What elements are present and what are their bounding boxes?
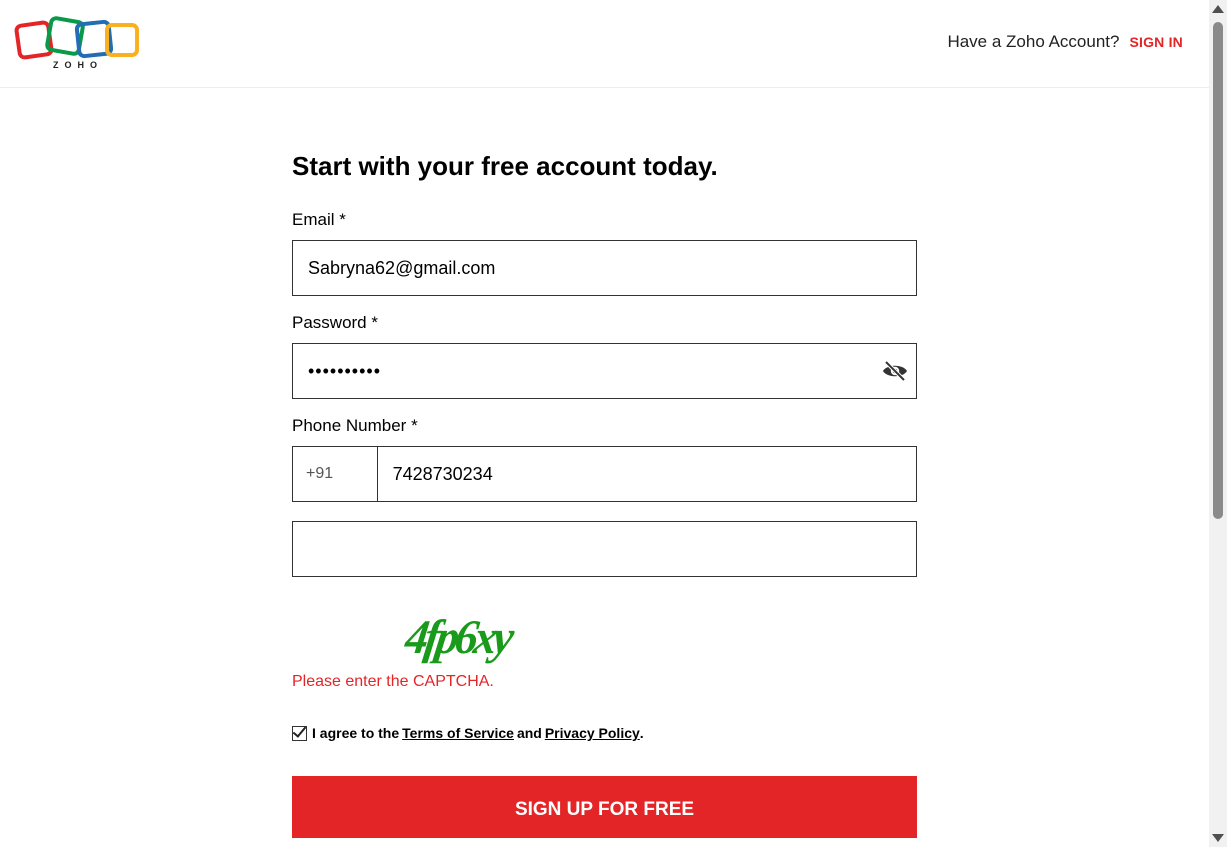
phone-field[interactable] — [377, 447, 916, 501]
captcha-error-message: Please enter the CAPTCHA. — [292, 673, 494, 690]
scrollbar-thumb[interactable] — [1213, 22, 1223, 519]
zoho-logo-icon — [14, 16, 139, 60]
email-field-box — [292, 240, 917, 296]
email-field[interactable] — [293, 241, 916, 295]
agree-suffix: . — [639, 725, 644, 741]
scroll-up-icon[interactable] — [1212, 5, 1224, 13]
terms-agreement: I agree to the Terms of Service and Priv… — [292, 725, 917, 741]
logo-wordmark: ZOHO — [53, 60, 103, 70]
captcha-input[interactable] — [293, 522, 916, 576]
captcha-field-box — [292, 521, 917, 577]
agree-and: and — [516, 725, 542, 741]
agree-checkbox[interactable] — [292, 725, 307, 741]
eye-slash-icon[interactable] — [882, 360, 908, 382]
phone-label: Phone Number * — [292, 416, 418, 435]
captcha-image: 4fp6xy — [402, 610, 538, 667]
scroll-down-icon[interactable] — [1212, 834, 1224, 842]
have-account-text: Have a Zoho Account? — [947, 32, 1120, 51]
page-title: Start with your free account today. — [292, 151, 718, 181]
agree-prefix: I agree to the — [312, 725, 400, 741]
scrollbar[interactable] — [1209, 0, 1227, 847]
terms-of-service-link[interactable]: Terms of Service — [402, 725, 514, 741]
signup-form: Start with your free account today. Emai… — [292, 150, 917, 838]
captcha-image-text: 4fp6xy — [402, 609, 514, 664]
password-field[interactable] — [293, 344, 916, 398]
password-field-box — [292, 343, 917, 399]
privacy-policy-link[interactable]: Privacy Policy — [545, 725, 640, 741]
password-label: Password * — [292, 313, 378, 332]
sign-up-button[interactable]: SIGN UP FOR FREE — [292, 776, 917, 838]
header: ZOHO Have a Zoho Account? SIGN IN — [0, 0, 1209, 88]
email-label: Email * — [292, 210, 346, 229]
country-code-select[interactable]: +91 — [293, 447, 378, 501]
signup-page: ZOHO Have a Zoho Account? SIGN IN Start … — [0, 0, 1227, 847]
header-account-area: Have a Zoho Account? SIGN IN — [947, 32, 1183, 52]
zoho-logo[interactable]: ZOHO — [14, 15, 142, 73]
sign-in-link[interactable]: SIGN IN — [1129, 34, 1183, 50]
phone-field-box: +91 — [292, 446, 917, 502]
